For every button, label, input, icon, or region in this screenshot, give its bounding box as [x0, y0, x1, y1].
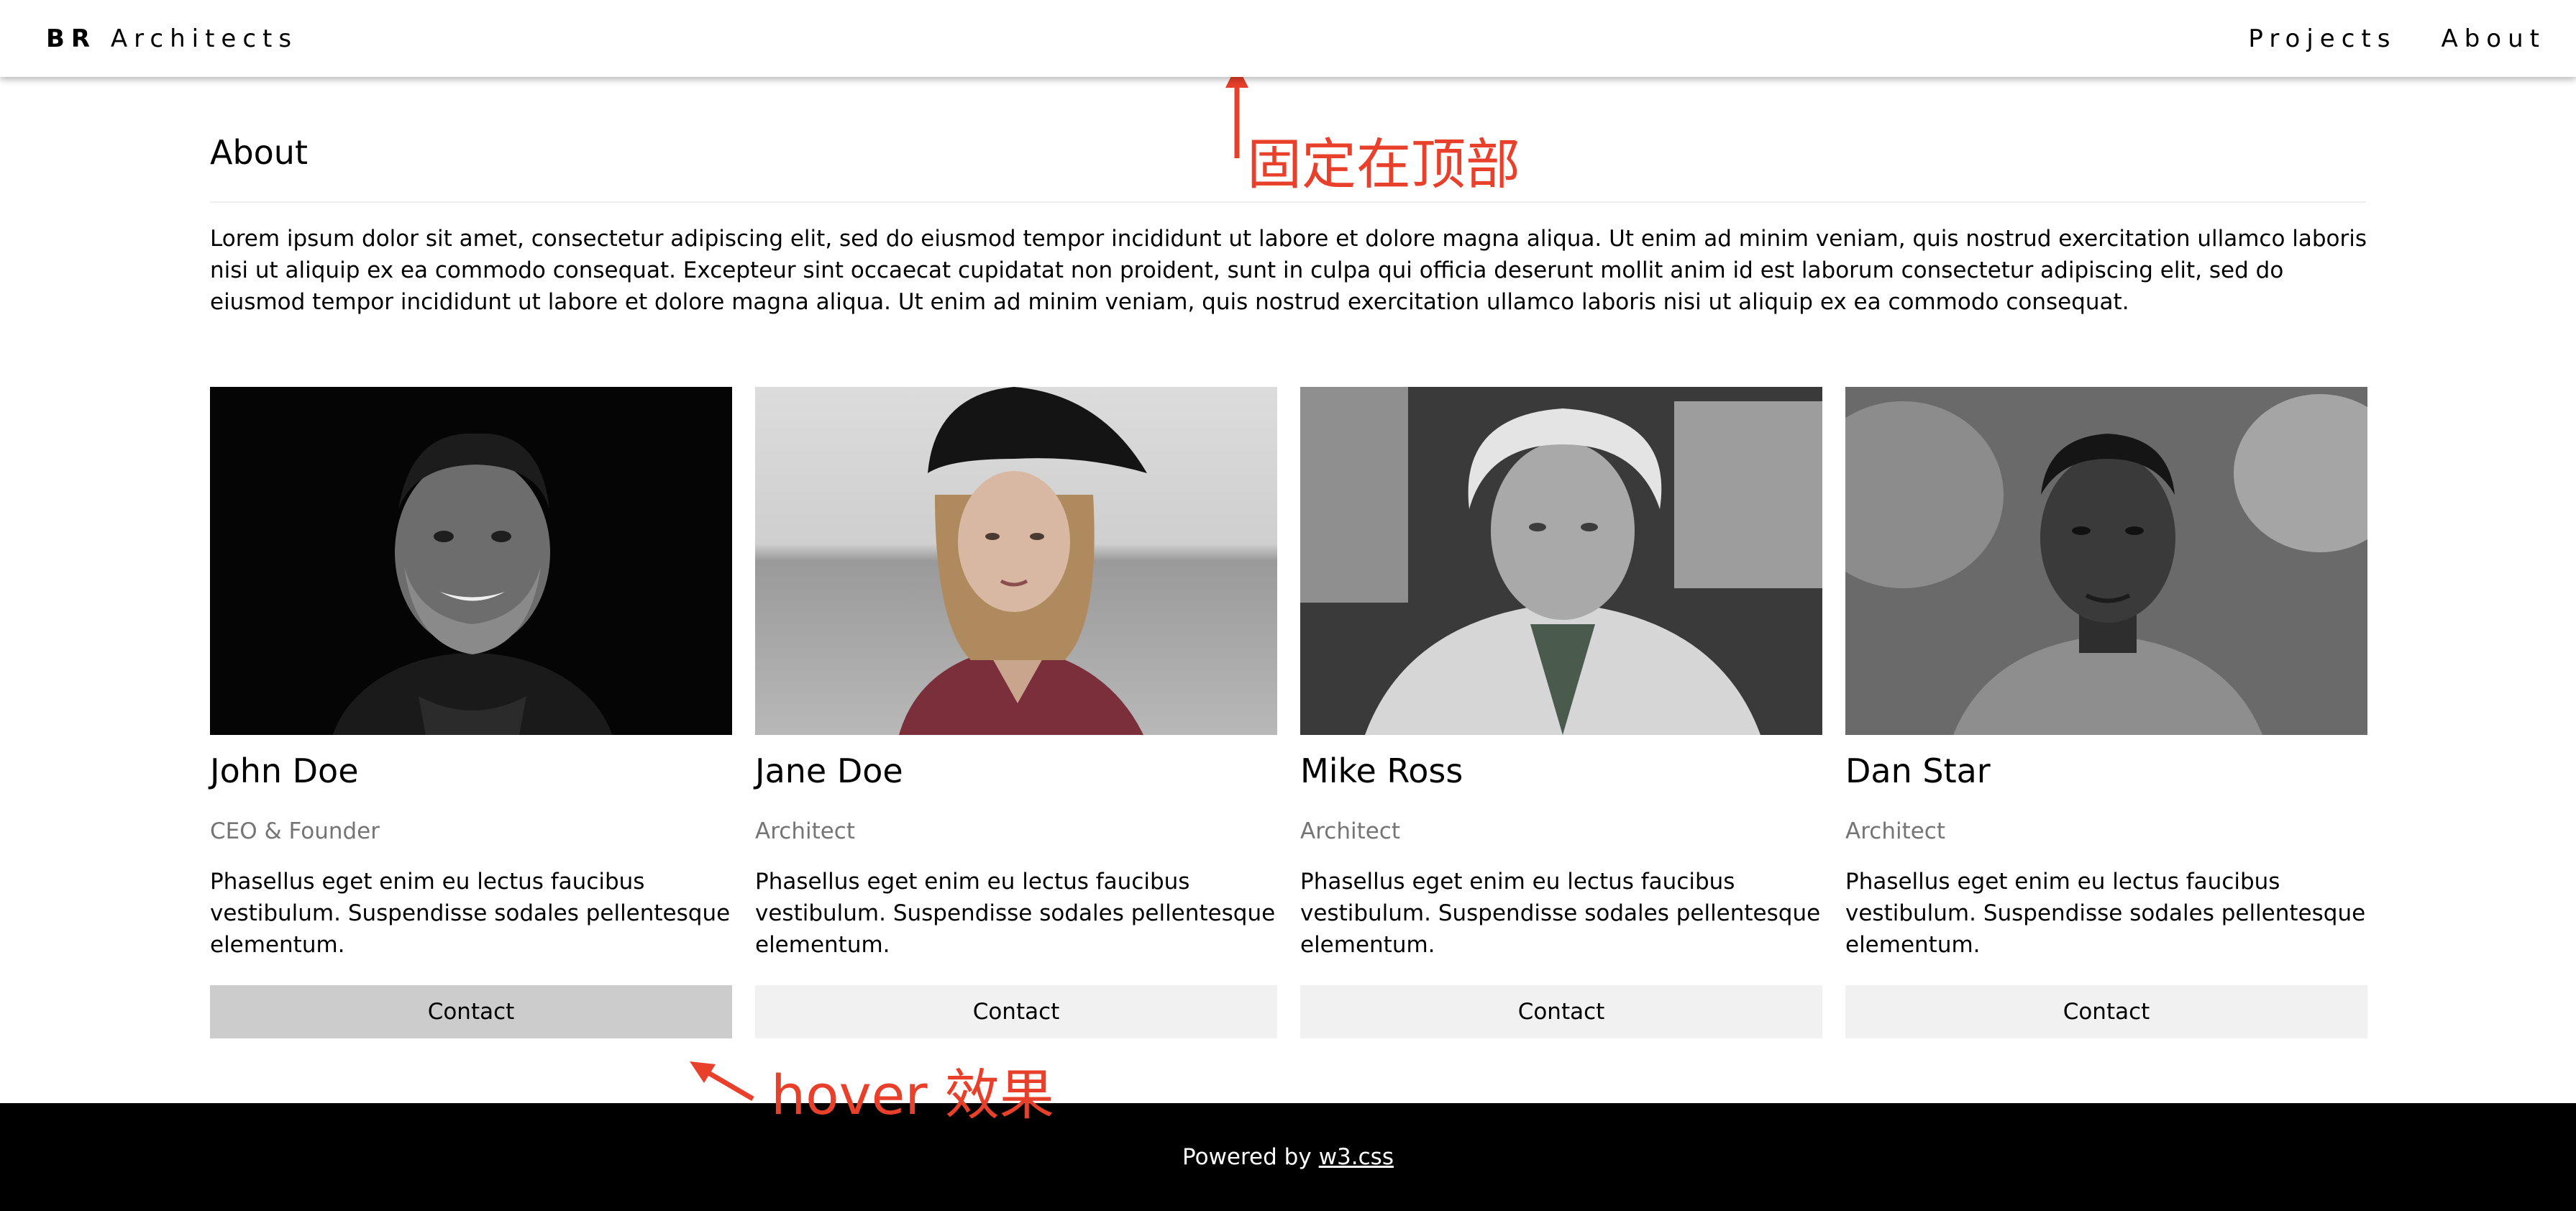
section-divider: [210, 201, 2366, 203]
footer: Powered by w3.css: [0, 1103, 2576, 1211]
team-photo-john-doe: [210, 387, 732, 735]
contact-button[interactable]: Contact: [1300, 985, 1822, 1038]
member-name: Jane Doe: [755, 751, 903, 790]
member-bio: Phasellus eget enim eu lectus faucibus v…: [1300, 869, 1821, 958]
team-card-mike-ross: Mike Ross Architect Phasellus eget enim …: [1300, 387, 1822, 1038]
annotation-hover-effect: hover 效果: [771, 1063, 1054, 1127]
portrait-image: [755, 387, 1277, 735]
member-role: Architect: [755, 818, 856, 844]
annotation-fixed-top: 固定在顶部: [1247, 132, 1520, 196]
team-photo-jane-doe: [755, 387, 1277, 735]
about-paragraph: Lorem ipsum dolor sit amet, consectetur …: [210, 226, 2367, 315]
member-name: John Doe: [210, 751, 359, 790]
portrait-image: [1300, 387, 1822, 735]
team-grid: John Doe CEO & Founder Phasellus eget en…: [210, 387, 2367, 1038]
portrait-image: [1845, 387, 2367, 735]
member-role: CEO & Founder: [210, 818, 380, 844]
portrait-image: [210, 387, 732, 735]
team-card-john-doe: John Doe CEO & Founder Phasellus eget en…: [210, 387, 732, 1038]
member-name: Dan Star: [1845, 751, 1991, 790]
member-bio: Phasellus eget enim eu lectus faucibus v…: [210, 869, 731, 958]
nav-link-projects[interactable]: Projects: [2248, 24, 2396, 53]
member-name: Mike Ross: [1300, 751, 1463, 790]
contact-button[interactable]: Contact: [210, 985, 732, 1038]
about-title: About: [210, 133, 309, 172]
nav-links: Projects About: [2248, 24, 2546, 53]
contact-button[interactable]: Contact: [755, 985, 1277, 1038]
footer-text: Powered by: [1182, 1144, 1312, 1170]
contact-button[interactable]: Contact: [1845, 985, 2367, 1038]
arrow-up-left-icon: [690, 1061, 754, 1102]
brand-bold: BR: [46, 24, 97, 53]
member-bio: Phasellus eget enim eu lectus faucibus v…: [755, 869, 1276, 958]
nav-link-about[interactable]: About: [2441, 24, 2546, 53]
member-role: Architect: [1300, 818, 1401, 844]
member-bio: Phasellus eget enim eu lectus faucibus v…: [1845, 869, 2366, 958]
brand-name: Architects: [110, 24, 298, 53]
team-card-jane-doe: Jane Doe Architect Phasellus eget enim e…: [755, 387, 1277, 1038]
team-photo-mike-ross: [1300, 387, 1822, 735]
top-navbar: BR Architects Projects About: [0, 0, 2576, 77]
member-role: Architect: [1845, 818, 1946, 844]
footer-link[interactable]: w3.css: [1319, 1144, 1394, 1170]
team-card-dan-star: Dan Star Architect Phasellus eget enim e…: [1845, 387, 2367, 1038]
brand-logo[interactable]: BR Architects: [46, 24, 298, 53]
team-photo-dan-star: [1845, 387, 2367, 735]
